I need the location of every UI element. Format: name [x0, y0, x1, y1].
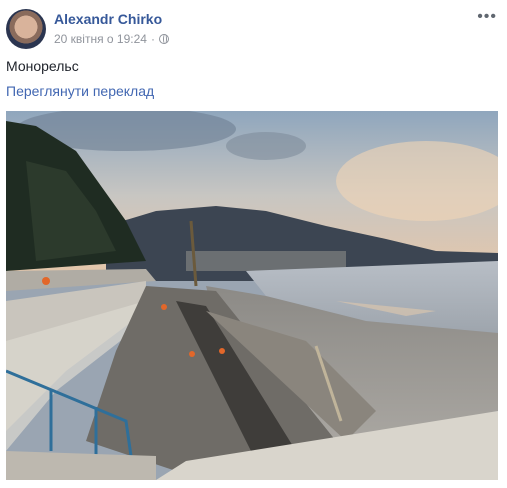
- post-text: Монорельс: [6, 58, 79, 74]
- more-options-button[interactable]: •••: [477, 8, 497, 26]
- see-translation-link[interactable]: Переглянути переклад: [6, 83, 154, 99]
- post-photo[interactable]: [6, 111, 498, 480]
- post-header: Alexandr Chirko 20 квітня о 19:24 · •••: [6, 6, 501, 50]
- meta-separator: ·: [150, 32, 155, 46]
- author-avatar[interactable]: [6, 9, 46, 49]
- globe-icon[interactable]: [158, 34, 169, 44]
- photo-scene: [6, 111, 498, 480]
- author-name-link[interactable]: Alexandr Chirko: [54, 11, 162, 27]
- post-meta: 20 квітня о 19:24 ·: [54, 32, 169, 46]
- post-timestamp[interactable]: 20 квітня о 19:24: [54, 32, 147, 46]
